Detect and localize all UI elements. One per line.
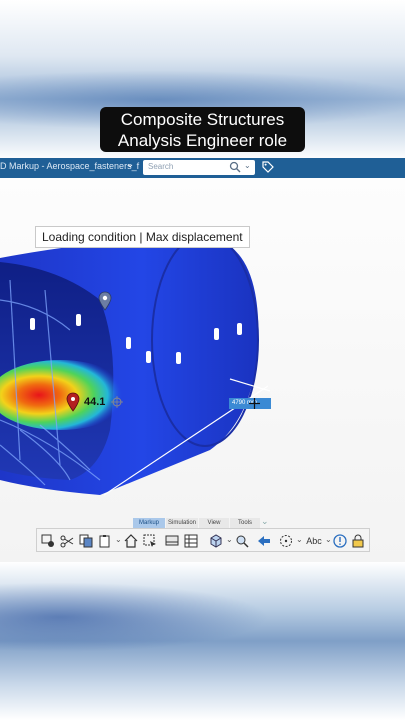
lock-button[interactable] [349,532,367,550]
tab-view[interactable]: View [199,518,229,528]
tag-icon[interactable] [262,161,274,173]
search-options-chevron-icon[interactable]: ⌄ [244,161,251,170]
markup-icon [41,534,54,547]
dotted-circle-icon [280,535,292,547]
copy-button[interactable] [77,532,95,550]
move-handle-icon[interactable] [249,398,260,409]
paste-button[interactable] [96,532,114,550]
caption-line-2: Analysis Engineer role [117,131,288,150]
paste-icon [99,535,110,548]
cut-button[interactable] [58,532,76,550]
arrow-left-icon [258,536,270,546]
view-cube-button[interactable] [207,532,225,550]
home-view-button[interactable] [122,532,140,550]
collapse-chevron-icon[interactable]: ⌄ [261,516,269,527]
info-button[interactable] [331,532,349,550]
probe-value: 44.1 [84,396,106,408]
background-bottom [0,562,405,720]
home-icon [124,534,138,548]
text-tool-label: Abc [306,536,322,546]
chevron-down-icon[interactable]: ⌄ [126,159,134,170]
markup-tool-button[interactable] [39,532,57,550]
tab-markup[interactable]: Markup [133,518,165,528]
document-title[interactable]: D Markup - Aerospace_fasteners_f [0,161,139,171]
scissors-icon [60,535,74,548]
view-options-chevron-icon[interactable]: ⌄ [226,535,233,544]
tab-simulation[interactable]: Simulation [166,518,198,528]
caption-overlay: Composite Structures Analysis Engineer r… [100,107,305,152]
loading-condition-label: Loading condition | Max displacement [35,226,250,248]
markup-toolbar: ⌄ ⌄ ⌄ Abc ⌄ [36,528,370,552]
display-icon [165,535,179,546]
back-button[interactable] [255,532,273,550]
select-button[interactable] [141,532,159,550]
sketch-button[interactable] [277,532,295,550]
table-button[interactable] [182,532,200,550]
copy-icon [79,534,93,548]
search-placeholder: Search [148,162,174,171]
search-icon[interactable] [229,161,241,173]
crosshair-icon[interactable] [111,396,123,408]
sketch-options-chevron-icon[interactable]: ⌄ [296,535,303,544]
app-title-bar: D Markup - Aerospace_fasteners_f ⌄ Searc… [0,158,405,178]
tab-tools[interactable]: Tools [230,518,260,528]
info-icon [333,534,347,548]
text-tool-button[interactable]: Abc [303,532,325,550]
selection-icon [143,534,156,547]
lock-icon [352,534,364,548]
search-input[interactable]: Search ⌄ [143,160,255,175]
zoom-button[interactable] [233,532,251,550]
fuselage-model[interactable] [0,238,290,508]
display-button[interactable] [163,532,181,550]
cube-icon [210,534,222,548]
paste-options-chevron-icon[interactable]: ⌄ [115,535,122,544]
caption-line-1: Composite Structures [120,110,285,129]
table-icon [184,534,198,548]
zoom-icon [236,535,249,548]
